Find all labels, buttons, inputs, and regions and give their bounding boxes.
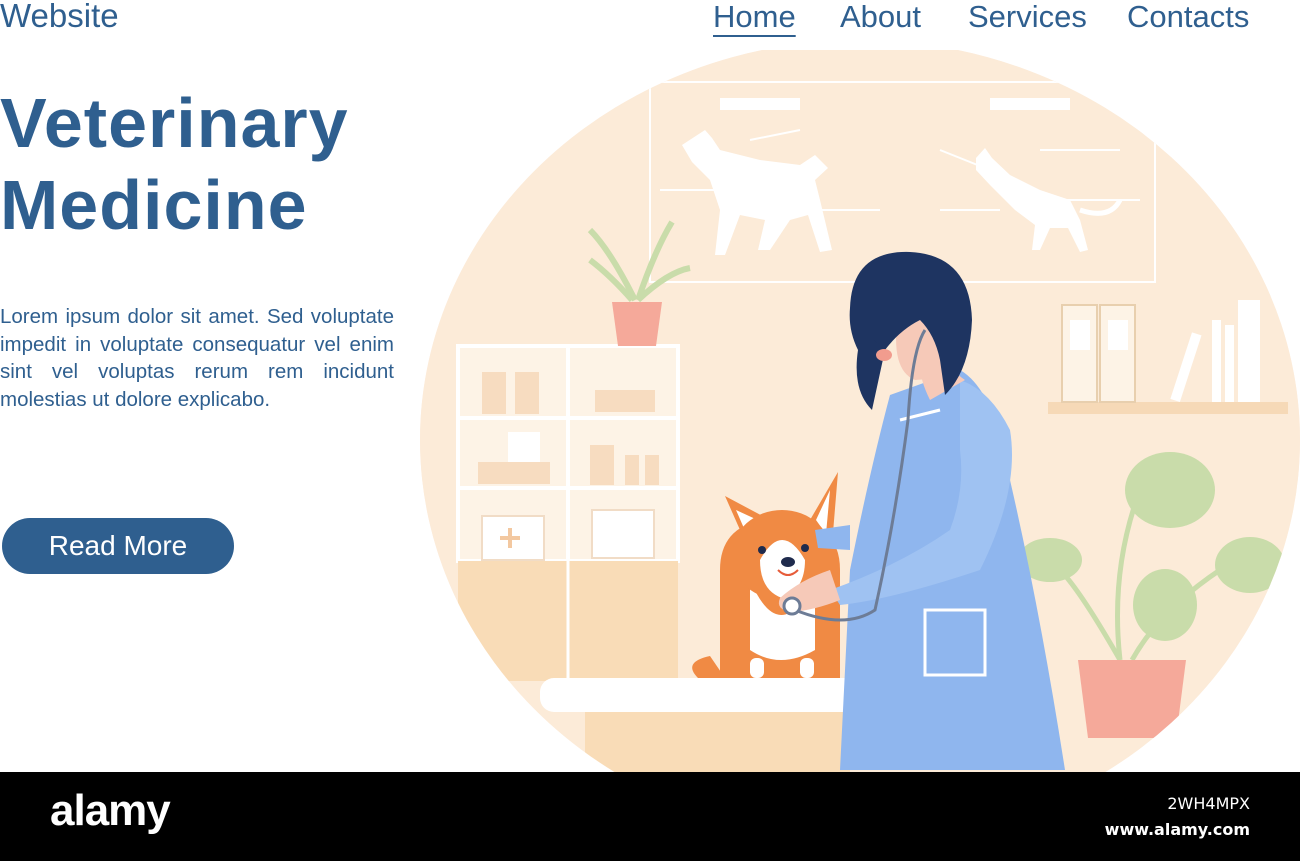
- nav-services[interactable]: Services: [968, 0, 1087, 35]
- watermark-image-id: 2WH4MPX: [1167, 794, 1250, 813]
- nav-home[interactable]: Home: [713, 0, 796, 35]
- medicine-cabinet: [456, 344, 680, 681]
- hero-description: Lorem ipsum dolor sit amet. Sed voluptat…: [0, 305, 394, 411]
- vet-clinic-illustration: [420, 50, 1300, 772]
- watermark-bar: alamy 2WH4MPX www.alamy.com: [0, 772, 1300, 861]
- watermark-brand: alamy: [50, 786, 171, 835]
- exam-table: [540, 678, 886, 772]
- hero-title-line-2: Medicine: [0, 166, 308, 244]
- nav-contacts[interactable]: Contacts: [1127, 0, 1249, 35]
- nav-about[interactable]: About: [840, 0, 921, 35]
- hero-title: Veterinary Medicine: [0, 82, 349, 246]
- watermark-url: www.alamy.com: [1104, 820, 1250, 839]
- top-nav: Home About Services Contacts: [0, 0, 1300, 50]
- read-more-button[interactable]: Read More: [2, 518, 234, 574]
- hero-title-line-1: Veterinary: [0, 84, 349, 162]
